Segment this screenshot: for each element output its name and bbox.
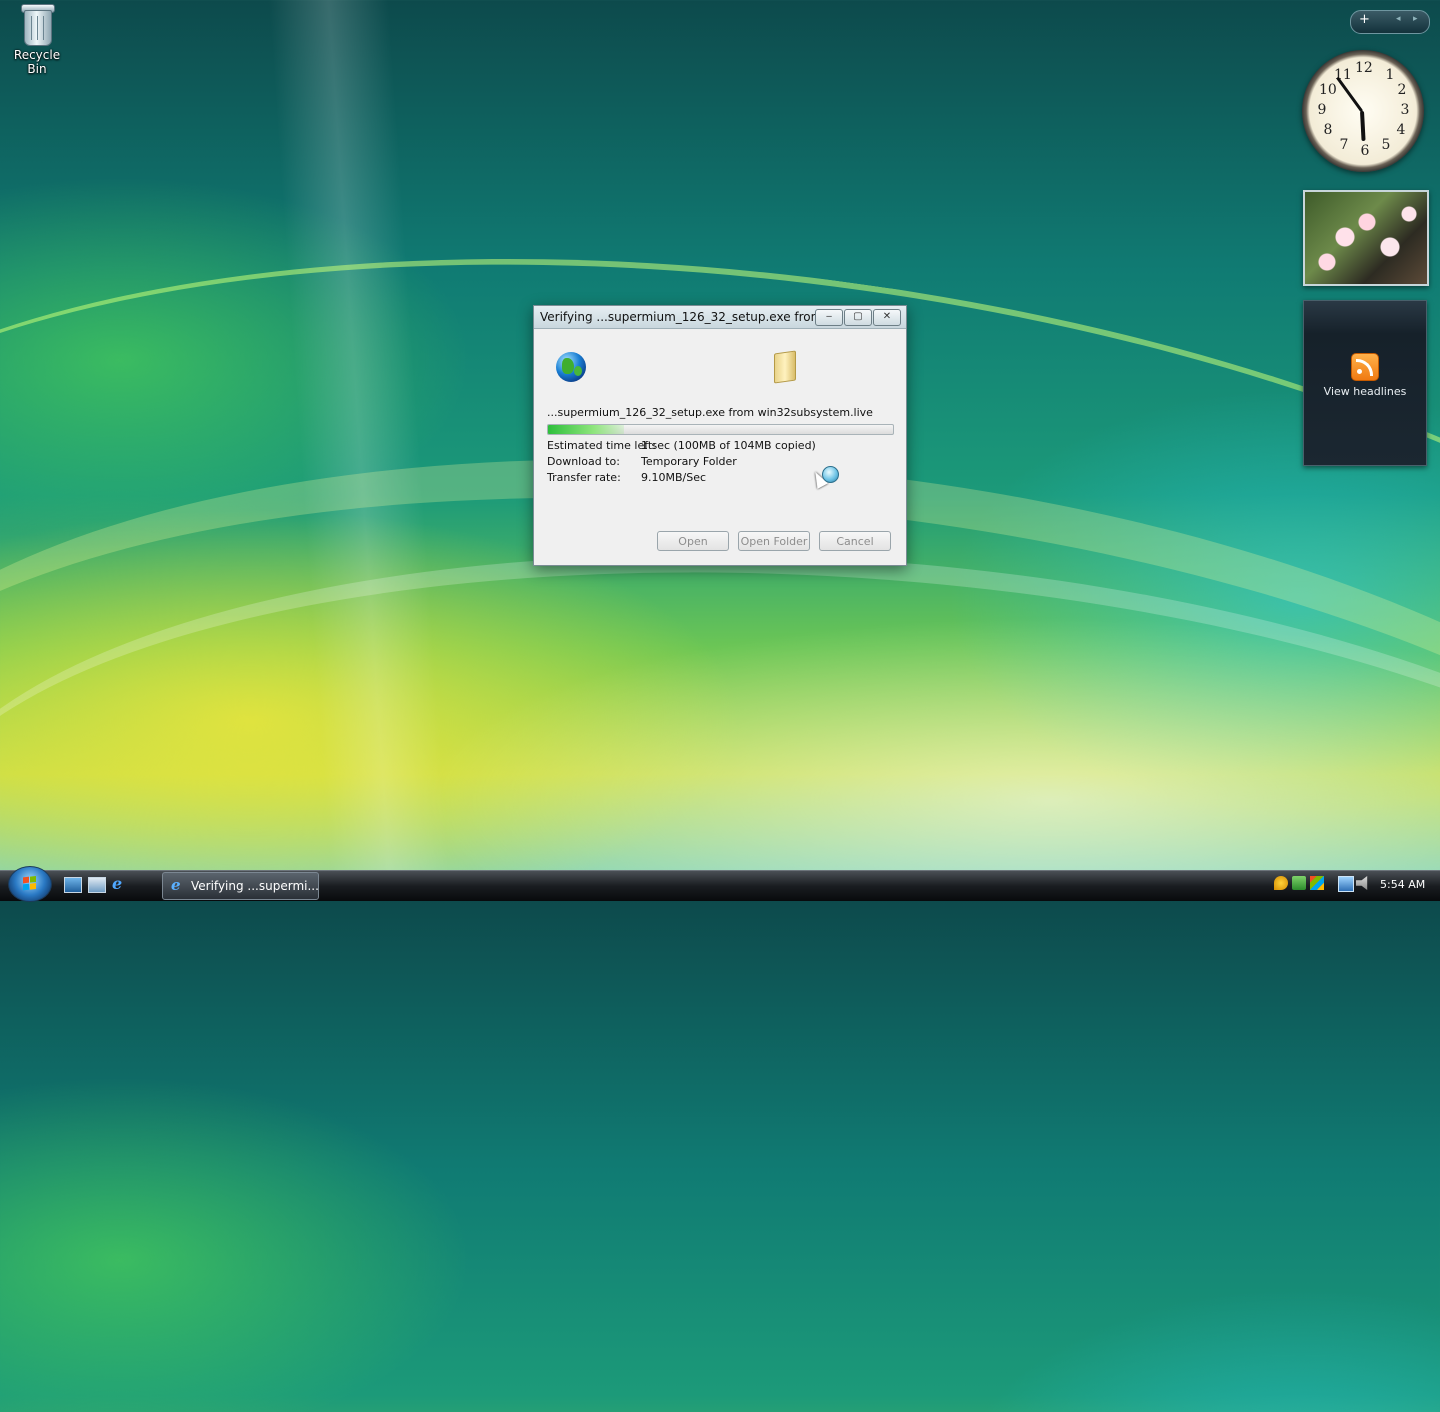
network-check-icon[interactable] [1292, 876, 1306, 890]
close-button[interactable]: ✕ [873, 309, 901, 326]
folder-icon [774, 350, 796, 384]
taskbar-button-label: Verifying ...supermi... [191, 879, 319, 893]
open-folder-button[interactable]: Open Folder [738, 531, 810, 551]
open-button[interactable]: Open [657, 531, 729, 551]
show-desktop-icon[interactable] [64, 877, 82, 893]
rss-icon [1351, 353, 1379, 381]
ie-icon[interactable]: e [112, 876, 128, 892]
clock-number: 4 [1396, 122, 1406, 138]
network-icon[interactable] [1338, 876, 1354, 892]
start-button[interactable] [8, 866, 52, 902]
globe-icon [556, 352, 586, 382]
clock-gadget[interactable]: 12 1 2 3 4 5 6 7 8 9 10 11 [1302, 50, 1424, 172]
download-filename: ...supermium_126_32_setup.exe from win32… [547, 406, 873, 419]
time-left-label: Estimated time left: [547, 439, 656, 452]
clock-number: 6 [1360, 143, 1370, 159]
dialog-titlebar[interactable]: Verifying ...supermium_126_32_setup.exe … [534, 306, 906, 329]
transfer-rate-value: 9.10MB/Sec [641, 471, 707, 484]
download-to-value: Temporary Folder [641, 455, 737, 468]
dialog-title: Verifying ...supermium_126_32_setup.exe … [540, 310, 851, 324]
next-gadgets-button[interactable]: ▸ [1413, 14, 1418, 24]
feed-label: View headlines [1323, 385, 1407, 398]
download-to-label: Download to: [547, 455, 620, 468]
clock-number: 1 [1385, 67, 1395, 83]
desktop-icon-recycle-bin[interactable]: Recycle Bin [4, 2, 70, 76]
switch-windows-icon[interactable] [88, 877, 106, 893]
cancel-button[interactable]: Cancel [819, 531, 891, 551]
desktop-icon-label: Recycle Bin [13, 48, 61, 76]
download-progress-bar [547, 424, 894, 435]
windows-update-icon[interactable] [1310, 876, 1324, 890]
minimize-button[interactable]: ‒ [815, 309, 843, 326]
taskbar-button-download[interactable]: e Verifying ...supermi... [162, 872, 319, 900]
clock-number: 5 [1381, 137, 1391, 153]
clock-number: 9 [1317, 102, 1327, 118]
wallpaper-swoosh [0, 494, 1440, 1344]
clock-number: 2 [1397, 82, 1407, 98]
slideshow-gadget-photo[interactable] [1303, 190, 1429, 286]
taskbar-clock[interactable]: 5:54 AM [1380, 878, 1425, 891]
maximize-button[interactable]: ▢ [844, 309, 872, 326]
busy-indicator-icon [822, 466, 839, 483]
clock-number: 12 [1355, 60, 1373, 76]
recycle-bin-icon [20, 2, 55, 46]
sidebar-controls: + ◂ ▸ [1350, 10, 1430, 34]
feed-headlines-gadget[interactable]: View headlines [1303, 300, 1427, 466]
ie-icon: e [171, 876, 181, 894]
transfer-rate-label: Transfer rate: [547, 471, 621, 484]
time-left-value: 1 sec (100MB of 104MB copied) [641, 439, 816, 452]
prev-gadgets-button[interactable]: ◂ [1396, 14, 1401, 24]
add-gadget-button[interactable]: + [1359, 12, 1370, 27]
clock-number: 7 [1339, 137, 1349, 153]
clock-hour-hand [1360, 110, 1366, 142]
download-dialog: Verifying ...supermium_126_32_setup.exe … [533, 305, 907, 566]
wallpaper-light-ray [268, 0, 452, 900]
progress-fill [548, 425, 624, 434]
clock-number: 3 [1400, 102, 1410, 118]
clock-number: 10 [1319, 82, 1337, 98]
security-alert-icon[interactable] [1274, 876, 1288, 890]
clock-number: 8 [1323, 122, 1333, 138]
